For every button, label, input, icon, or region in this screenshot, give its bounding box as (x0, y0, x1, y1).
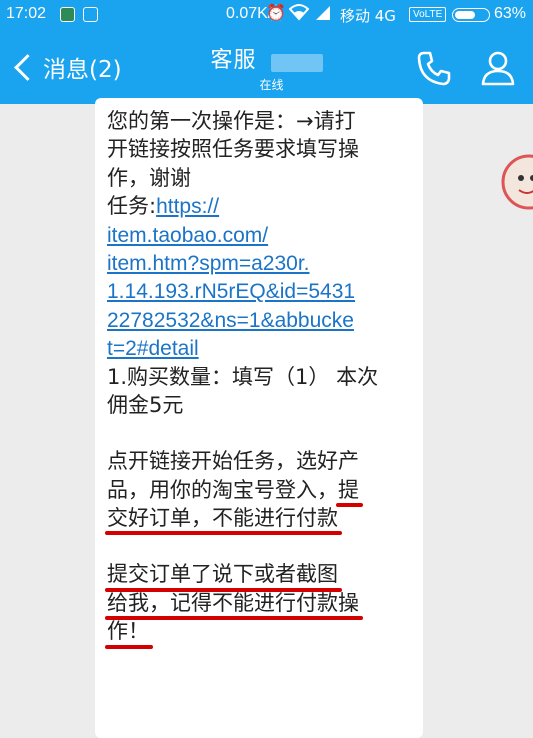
carrier-label: 移动 4G (340, 7, 396, 25)
message-line: 作，谢谢 (107, 165, 191, 190)
task-link[interactable]: t=2#detail (107, 337, 199, 360)
task-link[interactable]: https:// (156, 195, 219, 218)
message-line: 作！ (105, 617, 397, 650)
message-text: 您的第一次操作是：→请打 开链接按照任务要求填写操 作，谢谢 任务:https:… (105, 107, 397, 650)
message-line: 佣金5元 (107, 392, 184, 417)
underlined-text: 提交订单了说下或者截图 (105, 560, 342, 593)
battery-icon (452, 8, 490, 22)
status-time: 17:02 (6, 5, 47, 22)
message-line: 您的第一次操作是：→请打 (107, 109, 356, 133)
sticker-icon[interactable] (499, 152, 533, 212)
underlined-text: 提 (336, 476, 363, 508)
redacted-name (270, 53, 323, 72)
volte-badge: VoLTE (409, 7, 447, 22)
title-bar: 消息(2) 客服 在线 (0, 30, 533, 104)
profile-button[interactable] (478, 48, 518, 88)
status-bar: 17:02 0.07K/s ⏰ 移动 4G VoLTE 63% (0, 0, 533, 30)
task-link[interactable]: 1.14.193.rN5rEQ&id=5431 (107, 280, 355, 303)
app-notification-icon (60, 7, 75, 22)
message-text-fragment: 品，用你的淘宝号登入， (107, 477, 338, 502)
message-line: 点开链接开始任务，选好产 (107, 449, 359, 474)
message-line: 交好订单，不能进行付款 (105, 504, 397, 536)
call-button[interactable] (414, 48, 454, 88)
message-line: 开链接按照任务要求填写操 (107, 137, 359, 162)
task-link[interactable]: item.htm?spm=a230r. (107, 252, 310, 275)
message-line: 品，用你的淘宝号登入，提 (107, 476, 397, 508)
alarm-icon: ⏰ (266, 3, 286, 22)
task-link[interactable]: 22782532&ns=1&abbucke (107, 309, 354, 332)
task-link[interactable]: item.taobao.com/ (107, 224, 268, 247)
gallery-notification-icon (83, 7, 98, 22)
underlined-text: 交好订单，不能进行付款 (105, 504, 342, 536)
person-icon (481, 51, 515, 86)
page-title: 客服 (210, 48, 257, 73)
task-link-line: 任务:https:// (107, 192, 397, 220)
underlined-text: 作！ (105, 617, 153, 650)
signal-icon (314, 4, 332, 26)
battery-percent: 63% (494, 5, 527, 22)
message-line: 给我，记得不能进行付款操 (105, 589, 397, 621)
message-line: 1.购买数量：填写（1） 本次 (107, 364, 379, 389)
online-status: 在线 (259, 78, 284, 92)
phone-icon (417, 51, 451, 86)
message-line: 提交订单了说下或者截图 (105, 560, 397, 593)
wifi-icon (288, 3, 310, 25)
task-label: 任务: (107, 194, 157, 219)
underlined-text: 给我，记得不能进行付款操 (105, 589, 363, 621)
